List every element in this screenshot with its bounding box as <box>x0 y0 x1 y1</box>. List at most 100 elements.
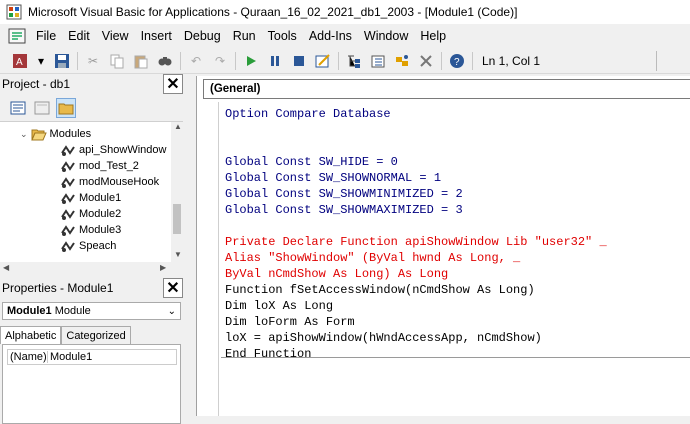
undo-icon[interactable]: ↶ <box>186 51 206 71</box>
tree-item-mod-test-2[interactable]: mod_Test_2 <box>60 158 139 174</box>
project-explorer-toolbar <box>0 94 183 122</box>
scroll-thumb[interactable] <box>173 204 181 234</box>
vba-app-icon <box>6 4 22 20</box>
menu-file[interactable]: File <box>30 25 62 47</box>
close-icon[interactable]: ✕ <box>163 278 183 298</box>
tree-item-label: mod_Test_2 <box>79 160 139 172</box>
menu-run[interactable]: Run <box>227 25 262 47</box>
code-line[interactable]: Private Declare Function apiShowWindow L… <box>225 234 690 250</box>
excel-view-icon[interactable] <box>6 25 28 47</box>
tree-item-label: Module1 <box>79 192 122 204</box>
tree-item-modmousehook[interactable]: modMouseHook <box>60 174 159 190</box>
code-line[interactable] <box>225 138 690 154</box>
properties-window-icon[interactable] <box>368 51 388 71</box>
code-line[interactable]: Alias "ShowWindow" (ByVal hwnd As Long, … <box>225 250 690 266</box>
code-line[interactable]: Global Const SW_HIDE = 0 <box>225 154 690 170</box>
copy-icon[interactable] <box>107 51 127 71</box>
scroll-down-icon[interactable]: ▼ <box>174 250 182 259</box>
svg-text:A: A <box>16 57 23 68</box>
object-browser-icon[interactable] <box>392 51 412 71</box>
paste-icon[interactable] <box>131 51 151 71</box>
module-icon <box>61 225 75 236</box>
project-explorer-title: Project - db1 <box>2 77 71 91</box>
properties-header: Properties - Module1 ✕ <box>0 278 183 298</box>
run-icon[interactable] <box>241 51 261 71</box>
code-line[interactable]: Dim loForm As Form <box>225 314 690 330</box>
menu-add-ins[interactable]: Add-Ins <box>303 25 358 47</box>
break-icon[interactable] <box>265 51 285 71</box>
project-tree-horizontal-scrollbar[interactable]: ◀ ▶ <box>0 262 183 274</box>
code-line[interactable]: Global Const SW_SHOWMAXIMIZED = 3 <box>225 202 690 218</box>
view-access-icon[interactable]: A <box>10 51 30 71</box>
code-line[interactable]: loX = apiShowWindow(hWndAccessApp, nCmdS… <box>225 330 690 346</box>
cut-icon[interactable]: ✂ <box>83 51 103 71</box>
code-line[interactable]: Option Compare Database <box>225 106 690 122</box>
project-tree-vertical-scrollbar[interactable]: ▲ ▼ <box>171 122 183 262</box>
close-icon[interactable]: ✕ <box>163 74 183 94</box>
folder-open-icon <box>30 129 47 141</box>
insert-module-icon[interactable]: ▾ <box>34 51 48 71</box>
tree-item-label: Speach <box>79 240 117 252</box>
code-line[interactable] <box>225 122 690 138</box>
save-icon[interactable] <box>52 51 72 71</box>
code-margin-indicator[interactable] <box>197 102 219 416</box>
menu-bar: File Edit View Insert Debug Run Tools Ad… <box>0 24 690 48</box>
tree-item-module3[interactable]: Module3 <box>60 222 121 238</box>
tree-item-module2[interactable]: Module2 <box>60 206 121 222</box>
window-title: Microsoft Visual Basic for Applications … <box>28 5 518 19</box>
object-combo[interactable]: (General) <box>203 79 690 99</box>
code-line[interactable]: ByVal nCmdShow As Long) As Long <box>225 266 690 282</box>
collapse-icon[interactable]: ⌄ <box>20 129 28 140</box>
menu-insert[interactable]: Insert <box>135 25 178 47</box>
module-icon <box>61 241 75 252</box>
toolbox-icon[interactable] <box>416 51 436 71</box>
menu-help[interactable]: Help <box>414 25 452 47</box>
code-line[interactable]: End Function <box>225 346 690 362</box>
object-select-value: Module1 Module <box>7 305 91 317</box>
object-select[interactable]: Module1 Module ⌄ <box>2 302 181 320</box>
code-line[interactable]: Global Const SW_SHOWNORMAL = 1 <box>225 170 690 186</box>
scroll-left-icon[interactable]: ◀ <box>3 263 9 272</box>
project-explorer-icon[interactable] <box>344 51 364 71</box>
redo-icon[interactable]: ↷ <box>210 51 230 71</box>
chevron-down-icon: ⌄ <box>167 305 176 317</box>
code-line[interactable] <box>225 218 690 234</box>
find-icon[interactable] <box>155 51 175 71</box>
module-icon <box>61 209 75 220</box>
view-object-icon[interactable] <box>32 98 52 118</box>
cursor-position: Ln 1, Col 1 <box>482 53 541 68</box>
tree-item-speach[interactable]: Speach <box>60 238 116 254</box>
project-explorer-header: Project - db1 ✕ <box>0 74 183 94</box>
toggle-folders-icon[interactable] <box>56 97 76 118</box>
menu-view[interactable]: View <box>96 25 135 47</box>
tab-alphabetic[interactable]: Alphabetic <box>0 326 62 344</box>
tree-item-module1[interactable]: Module1 <box>60 190 121 206</box>
design-mode-icon[interactable] <box>313 51 333 71</box>
reset-icon[interactable] <box>289 51 309 71</box>
menu-edit[interactable]: Edit <box>62 25 96 47</box>
standard-toolbar: A ▾ ✂ ↶ ↷ ? Ln 1, Col 1 <box>0 48 690 74</box>
code-line[interactable]: Dim loX As Long <box>225 298 690 314</box>
module-icon <box>61 193 75 204</box>
tree-item-api-showwindow[interactable]: api_ShowWindow <box>60 142 166 158</box>
tree-item-label: Module3 <box>79 224 122 236</box>
tree-item-label: api_ShowWindow <box>79 144 167 156</box>
scroll-up-icon[interactable]: ▲ <box>174 122 182 131</box>
tree-folder-modules[interactable]: ⌄ Modules <box>20 126 91 142</box>
code-editor[interactable]: Option Compare Database Global Const SW_H… <box>225 106 690 416</box>
tab-categorized[interactable]: Categorized <box>61 326 131 344</box>
menu-debug[interactable]: Debug <box>178 25 227 47</box>
module-icon <box>61 161 75 172</box>
toolbar-options-icon[interactable] <box>656 51 664 71</box>
scroll-right-icon[interactable]: ▶ <box>160 263 166 272</box>
code-line[interactable]: Function fSetAccessWindow(nCmdShow As Lo… <box>225 282 690 298</box>
properties-title: Properties - Module1 <box>2 281 114 295</box>
view-code-icon[interactable] <box>8 98 28 118</box>
menu-tools[interactable]: Tools <box>262 25 303 47</box>
module-icon <box>61 145 75 156</box>
menu-window[interactable]: Window <box>358 25 414 47</box>
procedure-separator <box>221 357 690 358</box>
help-icon[interactable]: ? <box>447 51 467 71</box>
property-row-name[interactable]: (Name) Module1 <box>7 349 177 365</box>
code-line[interactable]: Global Const SW_SHOWMINIMIZED = 2 <box>225 186 690 202</box>
